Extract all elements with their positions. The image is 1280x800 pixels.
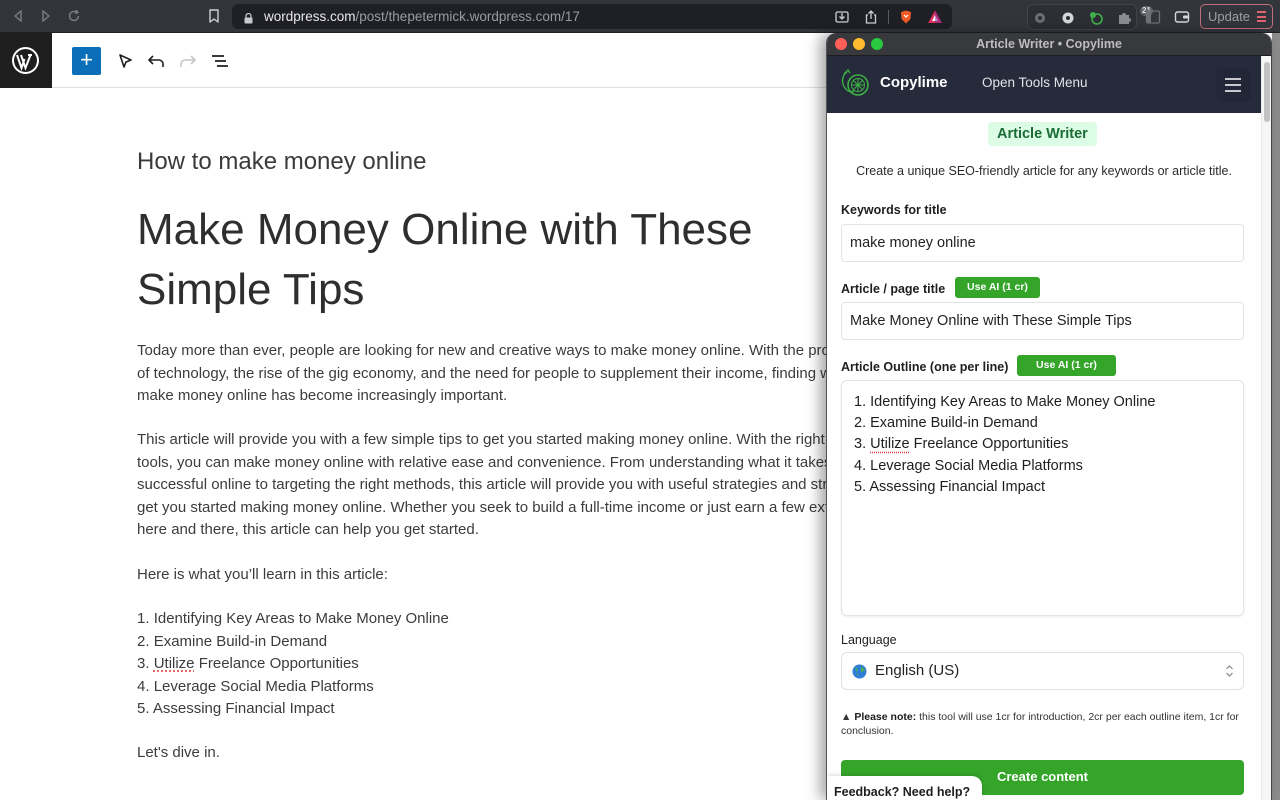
paragraph-intro[interactable]: Today more than ever, people are looking… xyxy=(137,340,897,408)
list-item: 3. Utilize Freelance Opportunities xyxy=(137,655,359,672)
title-label: Article / page title xyxy=(841,282,946,296)
copylime-header: Copylime Open Tools Menu xyxy=(827,56,1261,113)
share-icon[interactable] xyxy=(863,9,879,25)
post-keyword-heading[interactable]: How to make money online xyxy=(137,148,426,176)
install-icon[interactable] xyxy=(834,9,850,25)
add-block-icon: + xyxy=(80,47,93,72)
url-path: /post/thepetermick.wordpress.com/17 xyxy=(355,9,580,24)
outline-line: 3. Utilize Freelance Opportunities xyxy=(854,436,1069,453)
open-tools-menu-link[interactable]: Open Tools Menu xyxy=(982,75,1088,90)
spelling-error[interactable]: Utilize xyxy=(870,436,909,452)
paragraph-closing[interactable]: Let's dive in. xyxy=(137,742,897,765)
credits-note: ▲ Please note: this tool will use 1cr fo… xyxy=(841,710,1251,738)
browser-toolbar: wordpress.com/post/thepetermick.wordpres… xyxy=(0,0,1280,33)
forward-icon[interactable] xyxy=(38,8,54,24)
outline-textarea[interactable]: 1. Identifying Key Areas to Make Money O… xyxy=(841,380,1244,616)
use-ai-title-button[interactable]: Use AI (1 cr) xyxy=(955,277,1040,298)
article-title-input[interactable]: Make Money Online with These Simple Tips xyxy=(841,302,1244,340)
extensions-puzzle-icon[interactable] xyxy=(1116,10,1132,26)
window-titlebar[interactable]: Article Writer • Copylime xyxy=(827,33,1271,56)
wallet-icon[interactable] xyxy=(1174,9,1190,25)
hamburger-menu-button[interactable] xyxy=(1216,68,1251,102)
extensions-group xyxy=(1027,4,1137,30)
outline-line: 1. Identifying Key Areas to Make Money O… xyxy=(854,394,1156,410)
divider xyxy=(888,10,889,24)
copylime-brand[interactable]: Copylime xyxy=(880,74,948,91)
brave-shields-icon[interactable] xyxy=(898,9,914,25)
tool-description: Create a unique SEO-friendly article for… xyxy=(856,164,1232,178)
select-tool-icon[interactable] xyxy=(114,50,136,72)
feedback-tab[interactable]: Feedback? Need help? xyxy=(827,776,982,800)
window-title: Article Writer • Copylime xyxy=(976,37,1122,51)
language-label: Language xyxy=(841,633,897,647)
url-host: wordpress.com xyxy=(264,9,356,24)
popup-scrollbar[interactable] xyxy=(1261,56,1271,800)
globe-icon xyxy=(852,664,867,679)
scrollbar-thumb[interactable] xyxy=(1264,62,1270,122)
extension-settings-icon[interactable] xyxy=(1060,10,1076,26)
hamburger-icon xyxy=(1225,78,1241,80)
warning-icon: ▲ xyxy=(841,711,852,723)
background-window-edge xyxy=(1272,33,1280,800)
note-prefix: Please note: xyxy=(854,711,917,723)
paragraph-learn[interactable]: Here is what you’ll learn in this articl… xyxy=(137,564,897,587)
keywords-input[interactable]: make money online xyxy=(841,224,1244,262)
brave-rewards-icon[interactable] xyxy=(927,9,943,25)
select-arrows-icon xyxy=(1225,663,1234,679)
language-value: English (US) xyxy=(875,662,960,679)
lock-icon xyxy=(244,11,253,24)
add-block-button[interactable]: + xyxy=(72,47,101,75)
bookmark-icon[interactable] xyxy=(206,8,222,24)
language-select[interactable]: English (US) xyxy=(841,652,1244,690)
list-item: 2. Examine Build-in Demand xyxy=(137,632,328,650)
wordpress-logo-button[interactable] xyxy=(0,33,52,88)
update-label: Update xyxy=(1208,9,1250,24)
tool-badge: Article Writer xyxy=(988,122,1097,146)
keywords-label: Keywords for title xyxy=(841,203,947,217)
update-button[interactable]: Update xyxy=(1200,4,1273,29)
wordpress-logo-icon xyxy=(12,47,39,74)
address-bar[interactable]: wordpress.com/post/thepetermick.wordpres… xyxy=(232,4,1153,29)
copylime-extension-icon[interactable] xyxy=(1088,10,1104,26)
paragraph-overview[interactable]: This article will provide you with a few… xyxy=(137,429,897,542)
outline-line: 2. Examine Build-in Demand xyxy=(854,415,1038,432)
outline-line: 4. Leverage Social Media Platforms xyxy=(854,457,1083,474)
list-item: 5. Assessing Financial Impact xyxy=(137,700,335,717)
list-item: 1. Identifying Key Areas to Make Money O… xyxy=(137,610,449,627)
copylime-popup-window: Article Writer • Copylime Copylime Open … xyxy=(826,33,1272,800)
copylime-logo-icon xyxy=(840,68,872,99)
redo-icon[interactable] xyxy=(177,50,199,72)
use-ai-outline-button[interactable]: Use AI (1 cr) xyxy=(1017,355,1116,376)
undo-icon[interactable] xyxy=(145,50,167,72)
list-item: 4. Leverage Social Media Platforms xyxy=(137,677,374,695)
post-outline-list[interactable]: 1. Identifying Key Areas to Make Money O… xyxy=(137,608,897,721)
post-title[interactable]: Make Money Online with These Simple Tips xyxy=(137,200,817,320)
outline-label: Article Outline (one per line) xyxy=(841,360,1009,374)
extension-gear-icon[interactable] xyxy=(1032,10,1048,26)
url-text: wordpress.com/post/thepetermick.wordpres… xyxy=(264,9,580,24)
spelling-error[interactable]: Utilize xyxy=(154,655,195,672)
sidebar-icon[interactable] xyxy=(1145,9,1161,25)
outline-line: 5. Assessing Financial Impact xyxy=(854,478,1046,495)
document-overview-icon[interactable] xyxy=(209,50,231,72)
menu-icon[interactable] xyxy=(1257,11,1266,22)
back-icon[interactable] xyxy=(10,8,26,24)
reload-icon[interactable] xyxy=(66,8,82,24)
